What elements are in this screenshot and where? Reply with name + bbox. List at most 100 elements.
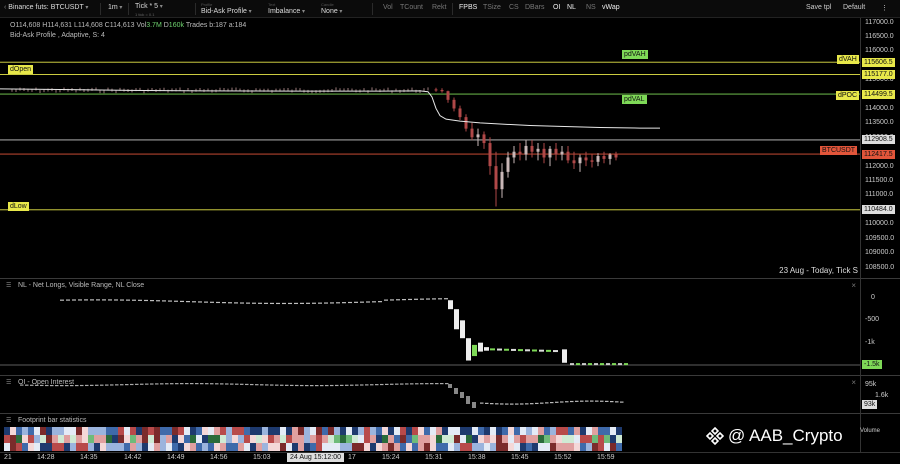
template-selector[interactable]: Default <box>843 4 865 11</box>
tick-selector[interactable]: Tick * 5 1 tick = 0.1 <box>135 0 163 18</box>
oi-axis[interactable]: 95k 1.6k 93k <box>860 375 900 413</box>
nl-bar <box>504 348 509 351</box>
symbol-selector[interactable]: ‹ Binance futs: BTCUSDT ▾ <box>4 4 88 11</box>
oi-bar <box>340 384 344 386</box>
footprint-cell <box>526 443 532 451</box>
footprint-cell <box>580 427 586 435</box>
oi-bar <box>395 383 399 385</box>
footprint-cell <box>64 427 70 435</box>
nl-bar <box>318 302 322 304</box>
open-interest-panel[interactable]: ☰ OI - Open Interest × <box>0 375 860 413</box>
profile-settings-label[interactable]: Bid-Ask Profile , Adaptive, S: 4 <box>10 32 105 39</box>
footprint-cell <box>112 435 118 443</box>
footprint-cell <box>286 435 292 443</box>
nl-bar <box>324 302 328 304</box>
main-chart[interactable]: O114,608 H114,631 L114,608 C114,613 Vol3… <box>0 18 860 278</box>
timeframe-selector[interactable]: 1m ▾ <box>108 4 122 11</box>
footprint-cell <box>280 427 286 435</box>
footprint-cell <box>526 427 532 435</box>
footprint-cell <box>496 427 502 435</box>
footprint-cell <box>16 443 22 451</box>
footprint-cell <box>304 435 310 443</box>
indicator-vol[interactable]: Vol <box>383 4 393 11</box>
footprint-cell <box>214 427 220 435</box>
footprint-cell <box>442 427 448 435</box>
oi-bar <box>555 401 559 403</box>
footprint-cell <box>604 435 610 443</box>
candle-body <box>554 148 558 155</box>
footprint-cell <box>160 427 166 435</box>
footprint-cell <box>616 443 622 451</box>
footprint-cell <box>256 443 262 451</box>
footprint-cell <box>58 427 64 435</box>
price-axis[interactable]: 117000.0116500.0116000.0115500.0115000.0… <box>860 18 900 278</box>
indicator-nl[interactable]: NL <box>567 4 576 11</box>
time-axis[interactable]: 21 14:28 14:35 14:42 14:49 14:56 15:03 1… <box>0 452 900 464</box>
footprint-cell <box>154 443 160 451</box>
indicator-tsize[interactable]: TSize <box>483 4 501 11</box>
oi-bar <box>160 383 164 385</box>
indicator-fpbs[interactable]: FPBS <box>459 4 477 11</box>
price-tick: 108500.0 <box>865 263 895 271</box>
footprint-cell <box>424 443 430 451</box>
footprint-cell <box>514 427 520 435</box>
nl-axis[interactable]: 0 -500 -1k -1.5k <box>860 278 900 375</box>
oi-bar <box>565 401 569 403</box>
footprint-cell <box>262 427 268 435</box>
candle-body <box>506 157 510 172</box>
footprint-cell <box>430 427 436 435</box>
footprint-cell <box>388 443 394 451</box>
indicator-rekt[interactable]: Rekt <box>432 4 446 11</box>
nl-bar <box>222 302 226 304</box>
oi-bar <box>120 384 124 386</box>
footprint-cell <box>202 435 208 443</box>
indicator-dbars[interactable]: DBars <box>525 4 544 11</box>
footprint-cell <box>310 435 316 443</box>
footprint-cell <box>28 435 34 443</box>
nl-bar <box>497 348 502 351</box>
indicator-vwap[interactable]: vWap <box>602 4 620 11</box>
candle-selector[interactable]: Candle None <box>321 0 342 18</box>
footprint-cell <box>142 443 148 451</box>
footprint-cell <box>352 427 358 435</box>
footprint-cell <box>508 427 514 435</box>
indicator-oi[interactable]: OI <box>553 4 560 11</box>
candle-body <box>488 143 492 167</box>
oi-bar <box>545 402 549 404</box>
footprint-cell <box>334 427 340 435</box>
timeframe-label: 1m <box>108 4 118 11</box>
more-options-icon[interactable]: ⋮ <box>881 4 888 12</box>
nl-bar <box>258 302 262 304</box>
oi-bar <box>310 384 314 387</box>
save-template-button[interactable]: Save tpl <box>806 4 831 11</box>
candle-body <box>608 154 612 159</box>
oi-bar <box>240 383 244 385</box>
nl-drop-bar <box>454 309 459 330</box>
indicator-tcount[interactable]: TCount <box>400 4 423 11</box>
footprint-cell <box>286 427 292 435</box>
dpoc-tag: dPOC <box>836 91 860 100</box>
nl-bar <box>618 363 622 366</box>
oi-bar <box>185 383 189 385</box>
candle-body <box>584 157 588 161</box>
candle-value: None <box>321 7 342 17</box>
footprint-cell <box>34 435 40 443</box>
footprint-cell <box>604 443 610 451</box>
price-chart-svg[interactable] <box>0 18 860 278</box>
oi-bar <box>355 384 359 386</box>
oi-bar <box>435 383 439 385</box>
delta-value: 160k <box>168 22 184 29</box>
candle-body <box>566 151 570 161</box>
footprint-cell <box>550 427 556 435</box>
oi-bar <box>485 402 489 404</box>
indicator-cs[interactable]: CS <box>509 4 519 11</box>
text-selector[interactable]: Text Imbalance <box>268 0 305 18</box>
footprint-cell <box>232 435 238 443</box>
indicator-ns[interactable]: NS <box>586 4 596 11</box>
footprint-cell <box>154 427 160 435</box>
net-longs-panel[interactable]: ☰ NL - Net Longs, Visible Range, NL Clos… <box>0 278 860 375</box>
profile-selector[interactable]: Profile Bid-Ask Profile <box>201 0 252 18</box>
footprint-cell <box>28 443 34 451</box>
footprint-cell <box>466 443 472 451</box>
candle-body <box>494 166 498 190</box>
